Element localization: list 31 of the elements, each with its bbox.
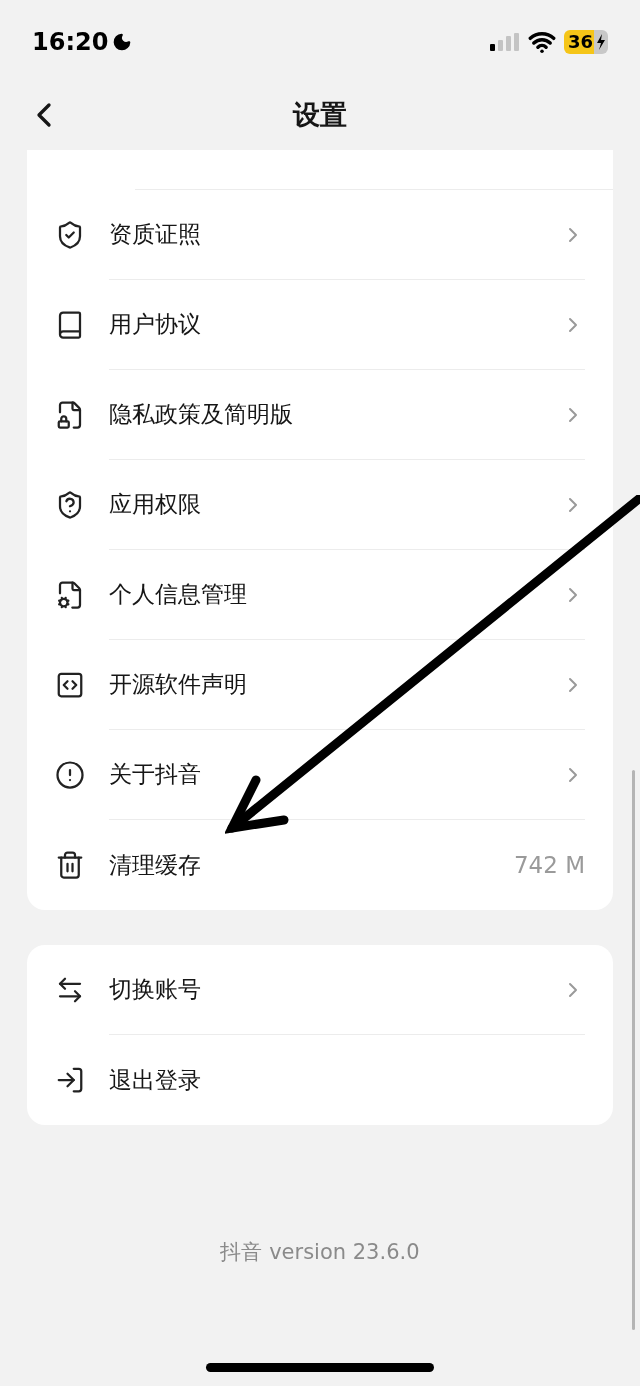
settings-row[interactable]: 个人信息管理 — [27, 550, 613, 640]
row-label: 资质证照 — [109, 220, 202, 250]
settings-row[interactable]: 应用权限 — [27, 460, 613, 550]
exclamation-circle-icon — [55, 760, 85, 790]
moon-icon — [112, 32, 133, 52]
row-label: 切换账号 — [109, 975, 202, 1005]
cache-size: 742 M — [513, 850, 585, 880]
status-time: 16:20 — [32, 27, 109, 58]
settings-row[interactable]: 清理缓存 742 M — [27, 820, 613, 910]
code-icon — [55, 670, 85, 700]
settings-row[interactable]: 用户协议 — [27, 280, 613, 370]
row-label: 应用权限 — [109, 490, 202, 520]
row-label: 开源软件声明 — [109, 670, 248, 700]
page-title: 设置 — [293, 97, 347, 132]
row-label: 隐私政策及简明版 — [109, 400, 294, 430]
settings-row[interactable]: 切换账号 — [27, 945, 613, 1035]
row-label: 清理缓存 — [109, 850, 202, 880]
charging-bolt-icon — [594, 30, 608, 54]
signal-icon — [489, 33, 520, 51]
settings-row[interactable]: 开源软件声明 — [27, 640, 613, 730]
row-label: 退出登录 — [109, 1065, 202, 1095]
version-text: 抖音 version 23.6.0 — [219, 1239, 421, 1266]
battery-level: 36 — [563, 30, 594, 54]
settings-row[interactable]: 退出登录 — [27, 1035, 613, 1125]
settings-row[interactable]: 资质证照 — [27, 190, 613, 280]
row-label: 用户协议 — [109, 310, 202, 340]
trash-icon — [55, 850, 85, 880]
settings-row[interactable]: 隐私政策及简明版 — [27, 370, 613, 460]
settings-row[interactable]: 关于抖音 — [27, 730, 613, 820]
row-label: 个人信息管理 — [109, 580, 248, 610]
row-label: 关于抖音 — [109, 760, 202, 790]
